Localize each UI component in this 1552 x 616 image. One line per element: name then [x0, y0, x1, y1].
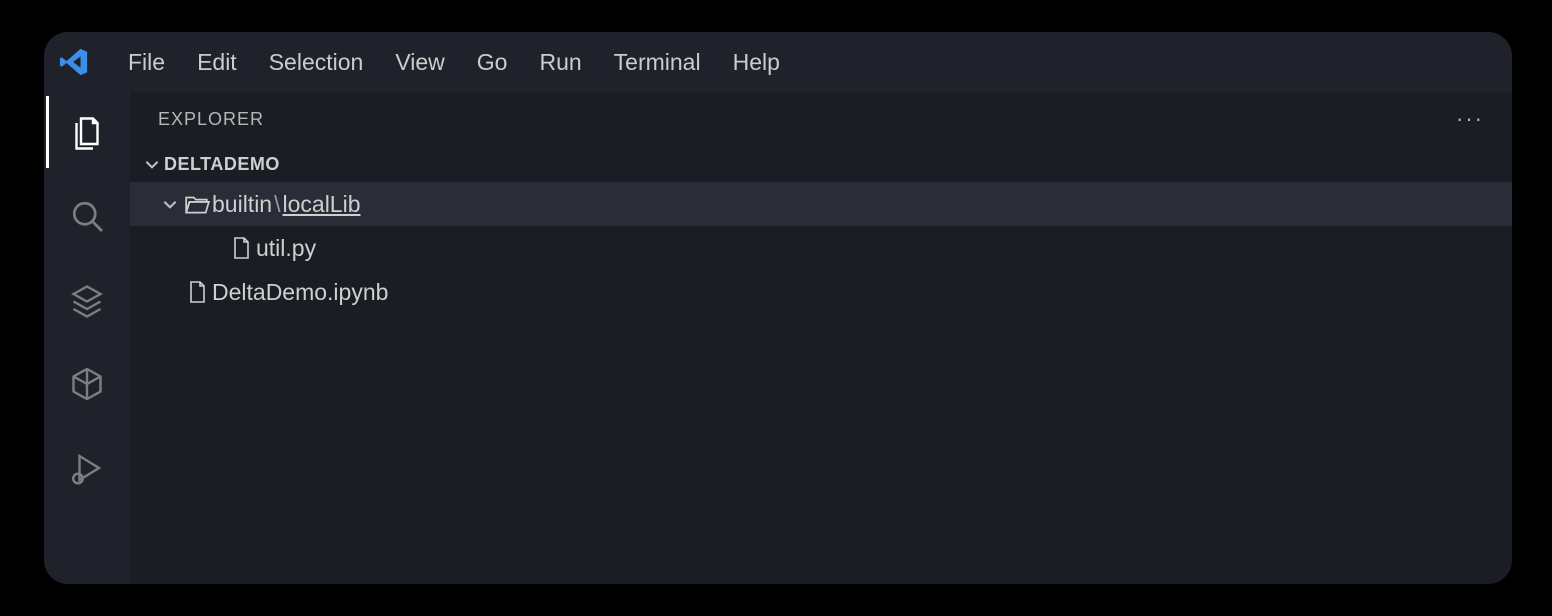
workspace-name: DELTADEMO: [164, 154, 280, 175]
folder-path-prefix: builtin: [212, 191, 272, 217]
explorer-more-actions[interactable]: ···: [1456, 106, 1484, 132]
file-label: util.py: [256, 235, 316, 262]
chevron-down-icon: [158, 195, 182, 213]
menu-item-go[interactable]: Go: [461, 32, 524, 92]
menu-item-run[interactable]: Run: [523, 32, 597, 92]
activity-source-control-icon[interactable]: [67, 280, 107, 320]
tree-folder-row[interactable]: builtin\localLib: [130, 182, 1512, 226]
menu-item-edit[interactable]: Edit: [181, 32, 253, 92]
file-icon: [182, 280, 212, 304]
vscode-window: File Edit Selection View Go Run Terminal…: [44, 32, 1512, 584]
menu-item-terminal[interactable]: Terminal: [598, 32, 717, 92]
folder-path-separator: \: [274, 191, 280, 217]
activity-run-debug-icon[interactable]: [67, 448, 107, 488]
file-label: DeltaDemo.ipynb: [212, 279, 388, 306]
menubar: File Edit Selection View Go Run Terminal…: [44, 32, 1512, 92]
menu-item-file[interactable]: File: [112, 32, 181, 92]
explorer-header: EXPLORER ···: [130, 92, 1512, 146]
menu-item-selection[interactable]: Selection: [253, 32, 380, 92]
menu-item-help[interactable]: Help: [717, 32, 796, 92]
activity-search-icon[interactable]: [67, 196, 107, 236]
workspace-folder-header[interactable]: DELTADEMO: [130, 146, 1512, 182]
explorer-title: EXPLORER: [158, 109, 264, 130]
vscode-logo-icon: [58, 46, 90, 78]
activity-extensions-icon[interactable]: [67, 364, 107, 404]
tree-file-row[interactable]: DeltaDemo.ipynb: [130, 270, 1512, 314]
file-tree: builtin\localLib util.py: [130, 182, 1512, 584]
activity-bar: [44, 92, 130, 584]
chevron-down-icon: [140, 155, 164, 173]
menu-item-view[interactable]: View: [379, 32, 460, 92]
window-body: EXPLORER ··· DELTADEMO: [44, 92, 1512, 584]
file-icon: [226, 236, 256, 260]
folder-label: builtin\localLib: [212, 191, 361, 218]
activity-explorer-icon[interactable]: [67, 112, 107, 152]
tree-file-row[interactable]: util.py: [130, 226, 1512, 270]
explorer-panel: EXPLORER ··· DELTADEMO: [130, 92, 1512, 584]
folder-path-name: localLib: [283, 191, 361, 217]
folder-open-icon: [182, 193, 212, 215]
